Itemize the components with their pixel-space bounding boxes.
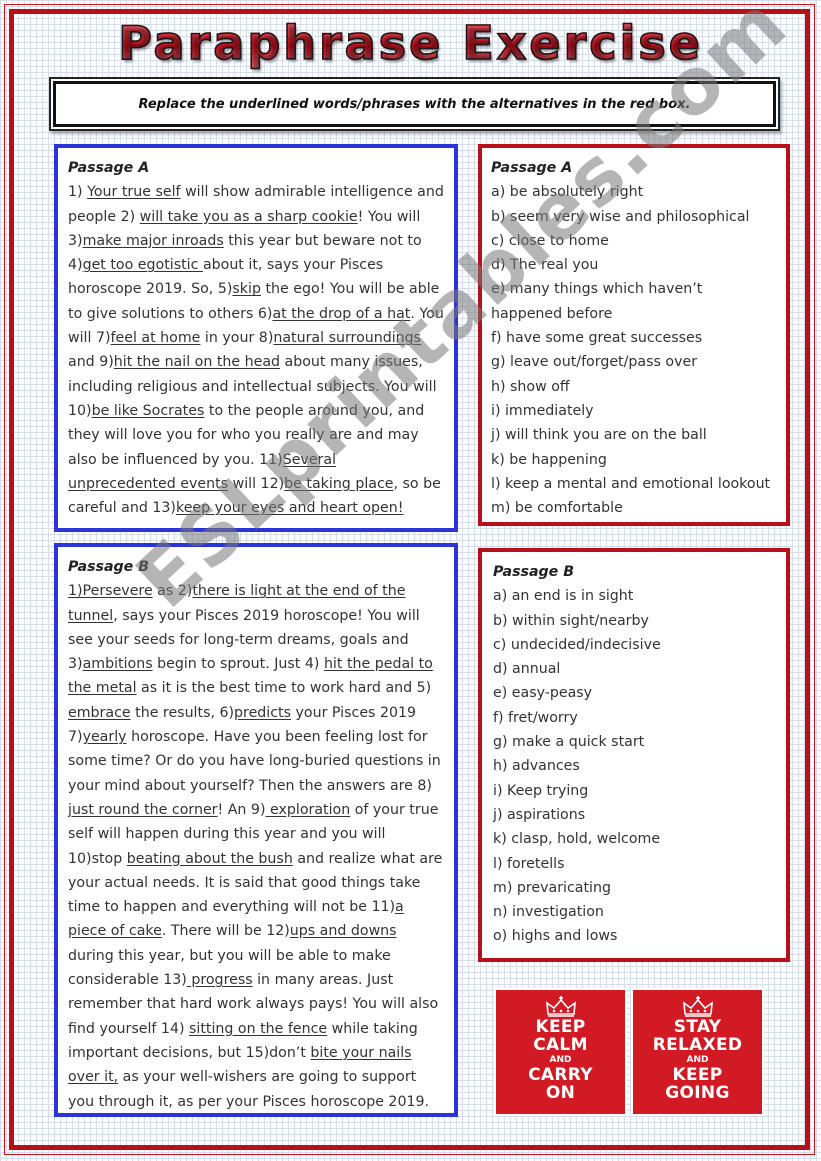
underlined-phrase: 1)Persevere (68, 583, 153, 600)
options-b-heading: Passage B (493, 564, 575, 580)
passage-segment: begin to sprout. Just 4) (152, 656, 324, 673)
passage-a-heading: Passage A (68, 160, 150, 176)
poster-line: GOING (665, 1083, 730, 1103)
passage-segment: as 2) (152, 583, 193, 600)
option-item: i) Keep trying (493, 782, 589, 799)
option-item: o) highs and lows (493, 928, 618, 945)
underlined-phrase: predicts (234, 704, 292, 721)
passage-segment: 1) (68, 184, 88, 201)
option-item: e) many things which haven’t happened be… (491, 281, 703, 322)
passage-a-box: Passage A 1) Your true self will show ad… (54, 144, 458, 532)
option-item: m) prevaricating (493, 879, 611, 896)
passage-b-box: Passage B 1)Persevere as 2)there is ligh… (54, 543, 458, 1117)
keep-calm-poster: STAY RELAXED AND KEEP GOING (633, 990, 762, 1114)
underlined-phrase: embrace (68, 704, 131, 721)
underlined-phrase: at the drop of a hat (272, 305, 411, 322)
underlined-phrase: be taking place (284, 475, 394, 492)
poster-line: STAY (673, 1017, 722, 1037)
option-item: k) be happening (491, 451, 607, 468)
poster-line: RELAXED (652, 1035, 743, 1055)
option-item: h) show off (491, 378, 570, 395)
passage-a-text: 1) Your true self will show admirable in… (68, 180, 444, 520)
page-title: Paraphrase Exercise (0, 15, 821, 71)
option-item: c) close to home (491, 232, 609, 249)
option-item: c) undecided/indecisive (493, 636, 661, 653)
options-a-heading: Passage A (491, 160, 573, 176)
passage-segment: the results, 6) (130, 704, 235, 721)
passage-segment: as it is the best time to work hard and … (136, 680, 432, 697)
poster-line: CALM (533, 1035, 588, 1055)
crown-icon (544, 996, 578, 1018)
underlined-phrase: just round the corner (68, 801, 218, 818)
option-item: n) investigation (493, 904, 604, 921)
passage-segment: . There will be 12) (161, 923, 290, 940)
options-a-box: Passage A a) be absolutely right b) seem … (478, 144, 790, 526)
option-item: g) leave out/forget/pass over (491, 354, 698, 371)
option-item: f) have some great successes (491, 330, 703, 347)
option-item: h) advances (493, 758, 580, 775)
underlined-phrase: natural surroundings (273, 330, 422, 347)
underlined-phrase: feel at home (110, 330, 201, 347)
underlined-phrase: make major inroads (82, 232, 224, 249)
underlined-phrase: will take you as a sharp cookie (139, 208, 358, 225)
option-item: b) within sight/nearby (493, 612, 649, 629)
options-a-list: a) be absolutely right b) seem very wise … (491, 180, 776, 520)
underlined-phrase: be like Socrates (91, 402, 205, 419)
passage-segment: ! An 9) (217, 801, 266, 818)
keep-calm-poster: KEEP CALM AND CARRY ON (496, 990, 625, 1114)
underlined-phrase: keep your eyes and heart open! (175, 500, 404, 517)
option-item: d) annual (493, 661, 561, 678)
option-item: k) clasp, hold, welcome (493, 831, 661, 848)
options-b-box: Passage B a) an end is in sight b) within… (478, 548, 790, 962)
options-b-list: a) an end is in sight b) within sight/nea… (493, 584, 776, 948)
passage-b-text: 1)Persevere as 2)there is light at the e… (68, 579, 444, 1114)
crown-icon (681, 996, 715, 1018)
option-item: a) be absolutely right (491, 184, 644, 201)
poster-line: ON (545, 1083, 576, 1103)
underlined-phrase: skip (232, 281, 261, 298)
instruction-text: Replace the underlined words/phrases wit… (138, 96, 691, 112)
option-item: a) an end is in sight (493, 588, 634, 605)
option-item: b) seem very wise and philosophical (491, 208, 750, 225)
option-item: i) immediately (491, 402, 594, 419)
passage-segment: and 9) (68, 354, 114, 371)
option-item: j) will think you are on the ball (491, 427, 707, 444)
poster-line: KEEP (535, 1017, 586, 1037)
passage-segment: will 12) (228, 475, 285, 492)
underlined-phrase: progress (186, 972, 253, 989)
option-item: g) make a quick start (493, 734, 645, 751)
option-item: l) foretells (493, 855, 565, 872)
underlined-phrase: Your true self (87, 184, 181, 201)
underlined-phrase: beating about the bush (126, 850, 293, 867)
option-item: e) easy-peasy (493, 685, 593, 702)
instruction-box: Replace the underlined words/phrases wit… (51, 79, 778, 129)
posters: KEEP CALM AND CARRY ON STAY RELAXED AND KEEP GOIN… (496, 990, 762, 1114)
underlined-phrase: get too egotistic (82, 257, 203, 274)
option-item: m) be comfortable (491, 500, 623, 517)
underlined-phrase: exploration (265, 801, 351, 818)
underlined-phrase: ambitions (82, 656, 153, 673)
underlined-phrase: yearly (82, 729, 127, 746)
underlined-phrase: hit the nail on the head (113, 354, 281, 371)
option-item: j) aspirations (493, 806, 586, 823)
poster-line: KEEP (672, 1065, 723, 1085)
poster-line: CARRY (528, 1065, 593, 1085)
option-item: f) fret/worry (493, 709, 578, 726)
passage-segment: as your well-wishers are going to suppor… (68, 1069, 430, 1110)
option-item: l) keep a mental and emotional lookout (491, 475, 771, 492)
passage-b-heading: Passage B (68, 559, 150, 575)
underlined-phrase: sitting on the fence (189, 1020, 328, 1037)
passage-segment: in your 8) (200, 330, 274, 347)
underlined-phrase: ups and downs (289, 923, 397, 940)
option-item: d) The real you (491, 257, 599, 274)
